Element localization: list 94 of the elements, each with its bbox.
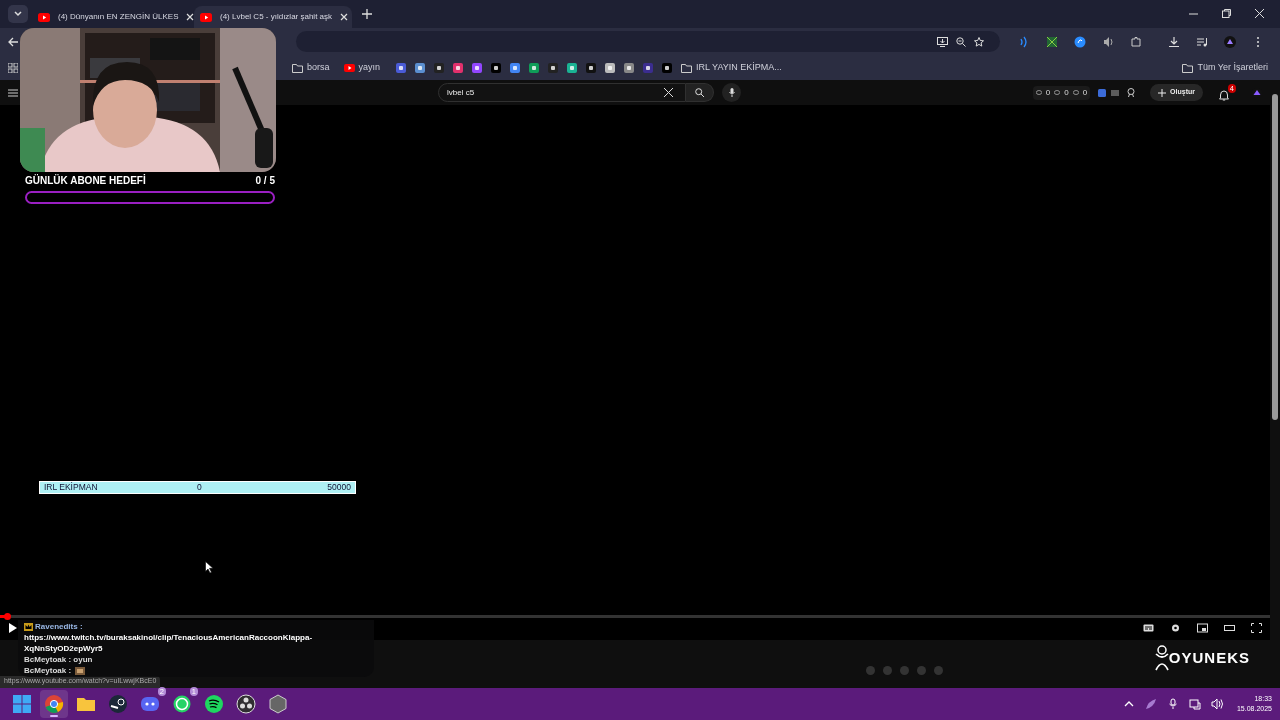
- bookmark-icon[interactable]: [643, 62, 654, 73]
- bookmark-folder[interactable]: Tüm Yer İşaretleri: [1182, 60, 1272, 75]
- youtube-icon: [343, 63, 355, 72]
- speaker-icon[interactable]: [1210, 698, 1223, 710]
- bookmark-link[interactable]: yayın: [343, 60, 381, 75]
- extension-icon[interactable]: [1098, 88, 1107, 97]
- chat-username: BcMeytoak : oyun: [24, 655, 93, 664]
- mic-icon: [728, 88, 735, 97]
- bookmark-icon[interactable]: [529, 62, 540, 73]
- bookmark-icon[interactable]: [586, 62, 597, 73]
- scrollbar[interactable]: [1270, 80, 1280, 688]
- goal-target: 50000: [327, 481, 351, 494]
- signal-icon[interactable]: [1018, 35, 1030, 48]
- loading-dot: [900, 666, 909, 675]
- avatar-icon[interactable]: [1224, 35, 1236, 48]
- youtube-icon: [200, 12, 212, 22]
- settings-icon[interactable]: [1170, 622, 1181, 633]
- restore-icon[interactable]: [1222, 9, 1231, 18]
- zoom-icon[interactable]: [956, 36, 966, 47]
- search-field[interactable]: lvbel c5: [438, 83, 686, 102]
- new-tab-icon[interactable]: [362, 9, 372, 19]
- taskbar-app[interactable]: [40, 690, 68, 718]
- folder-icon: [1182, 62, 1194, 73]
- bookmark-icon[interactable]: [548, 62, 559, 73]
- mic-icon[interactable]: [1166, 698, 1179, 710]
- network-icon[interactable]: [1188, 698, 1201, 710]
- folder-icon: [292, 62, 303, 73]
- speaker-icon[interactable]: [1102, 35, 1114, 48]
- list-icon[interactable]: [1111, 88, 1120, 97]
- menu-icon[interactable]: [8, 88, 18, 97]
- bookmark-icon[interactable]: [567, 62, 578, 73]
- plus-icon: [1158, 88, 1167, 97]
- bookmark-folder[interactable]: IRL YAYIN EKİPMA...: [681, 60, 782, 75]
- goal-title: GÜNLÜK ABONE HEDEFİ: [25, 173, 146, 188]
- eye-icon: [1054, 90, 1061, 95]
- counter-value: 0: [1064, 86, 1069, 99]
- figure-icon: [1154, 645, 1169, 671]
- counter-value: 0: [1045, 86, 1051, 99]
- back-icon[interactable]: [8, 36, 18, 47]
- playlist-icon[interactable]: [1196, 35, 1208, 48]
- cursor-icon: [205, 561, 213, 573]
- loading-dot: [934, 666, 943, 675]
- chat-username: Ravenedits :: [35, 622, 83, 631]
- download-icon[interactable]: [1168, 35, 1180, 48]
- bookmark-icon[interactable]: [510, 62, 521, 73]
- scrollbar-thumb[interactable]: [1272, 94, 1278, 420]
- bookmark-icon[interactable]: [624, 62, 635, 73]
- grid-icon[interactable]: [1046, 35, 1058, 48]
- close-icon[interactable]: [1255, 9, 1264, 18]
- theater-icon[interactable]: [1224, 622, 1235, 633]
- bell-icon: [1219, 90, 1229, 101]
- eye-icon: [1072, 90, 1079, 95]
- star-icon[interactable]: [974, 36, 984, 47]
- tab-search-icon[interactable]: [8, 5, 28, 23]
- circle-icon[interactable]: [1074, 35, 1086, 48]
- youtube-icon: [38, 12, 50, 22]
- apps-icon[interactable]: [8, 62, 18, 73]
- scrubber-handle[interactable]: [4, 613, 12, 620]
- emote-icon: [75, 666, 86, 675]
- voice-search-button[interactable]: [722, 83, 741, 102]
- fullscreen-icon[interactable]: [1251, 622, 1262, 633]
- goal-current: 0: [197, 481, 203, 494]
- subtitles-icon[interactable]: [1143, 622, 1154, 633]
- folder-icon: [681, 62, 693, 73]
- close-icon[interactable]: [186, 13, 195, 21]
- close-icon[interactable]: [340, 13, 349, 21]
- loading-dot: [883, 666, 892, 675]
- bookmark-icon[interactable]: [605, 62, 616, 73]
- search-icon: [695, 88, 704, 97]
- loading-dot: [866, 666, 875, 675]
- puzzle-icon[interactable]: [1130, 35, 1142, 48]
- bookmark-icon[interactable]: [662, 62, 673, 73]
- install-icon[interactable]: [937, 36, 948, 47]
- bookmark-icon[interactable]: [491, 62, 502, 73]
- ribbon-icon[interactable]: [1127, 88, 1137, 97]
- browser-tab[interactable]: (4) Lvbel C5 - yıldızlar şahit aşk: [194, 6, 352, 28]
- bookmark-icon[interactable]: [453, 62, 464, 73]
- bookmark-folder[interactable]: borsa: [292, 60, 330, 75]
- counter-value: 0: [1082, 86, 1088, 99]
- eye-icon: [1035, 90, 1042, 95]
- loading-dot: [917, 666, 926, 675]
- browser-tab[interactable]: (4) Dünyanın EN ZENGİN ÜLKES: [32, 6, 190, 28]
- chat-username: BcMeytoak :: [24, 666, 72, 675]
- miniplayer-icon[interactable]: [1197, 622, 1208, 633]
- channel-logo: OYUNEKS: [1154, 645, 1250, 671]
- bookmark-icon[interactable]: [472, 62, 483, 73]
- chat-message: https://www.twitch.tv/buraksakinol/clip/TenaciousAmericanRaccoonKlappa-XqNnStyOD2epWyr5: [24, 632, 314, 654]
- goal-count: 0 / 5: [255, 174, 275, 188]
- bookmark-icon[interactable]: [434, 62, 445, 73]
- bookmark-icon[interactable]: [396, 62, 407, 73]
- goal-title: IRL EKİPMAN: [44, 481, 99, 494]
- feather-icon[interactable]: [1144, 698, 1157, 710]
- search-button[interactable]: [686, 83, 714, 102]
- bookmark-icon[interactable]: [415, 62, 426, 73]
